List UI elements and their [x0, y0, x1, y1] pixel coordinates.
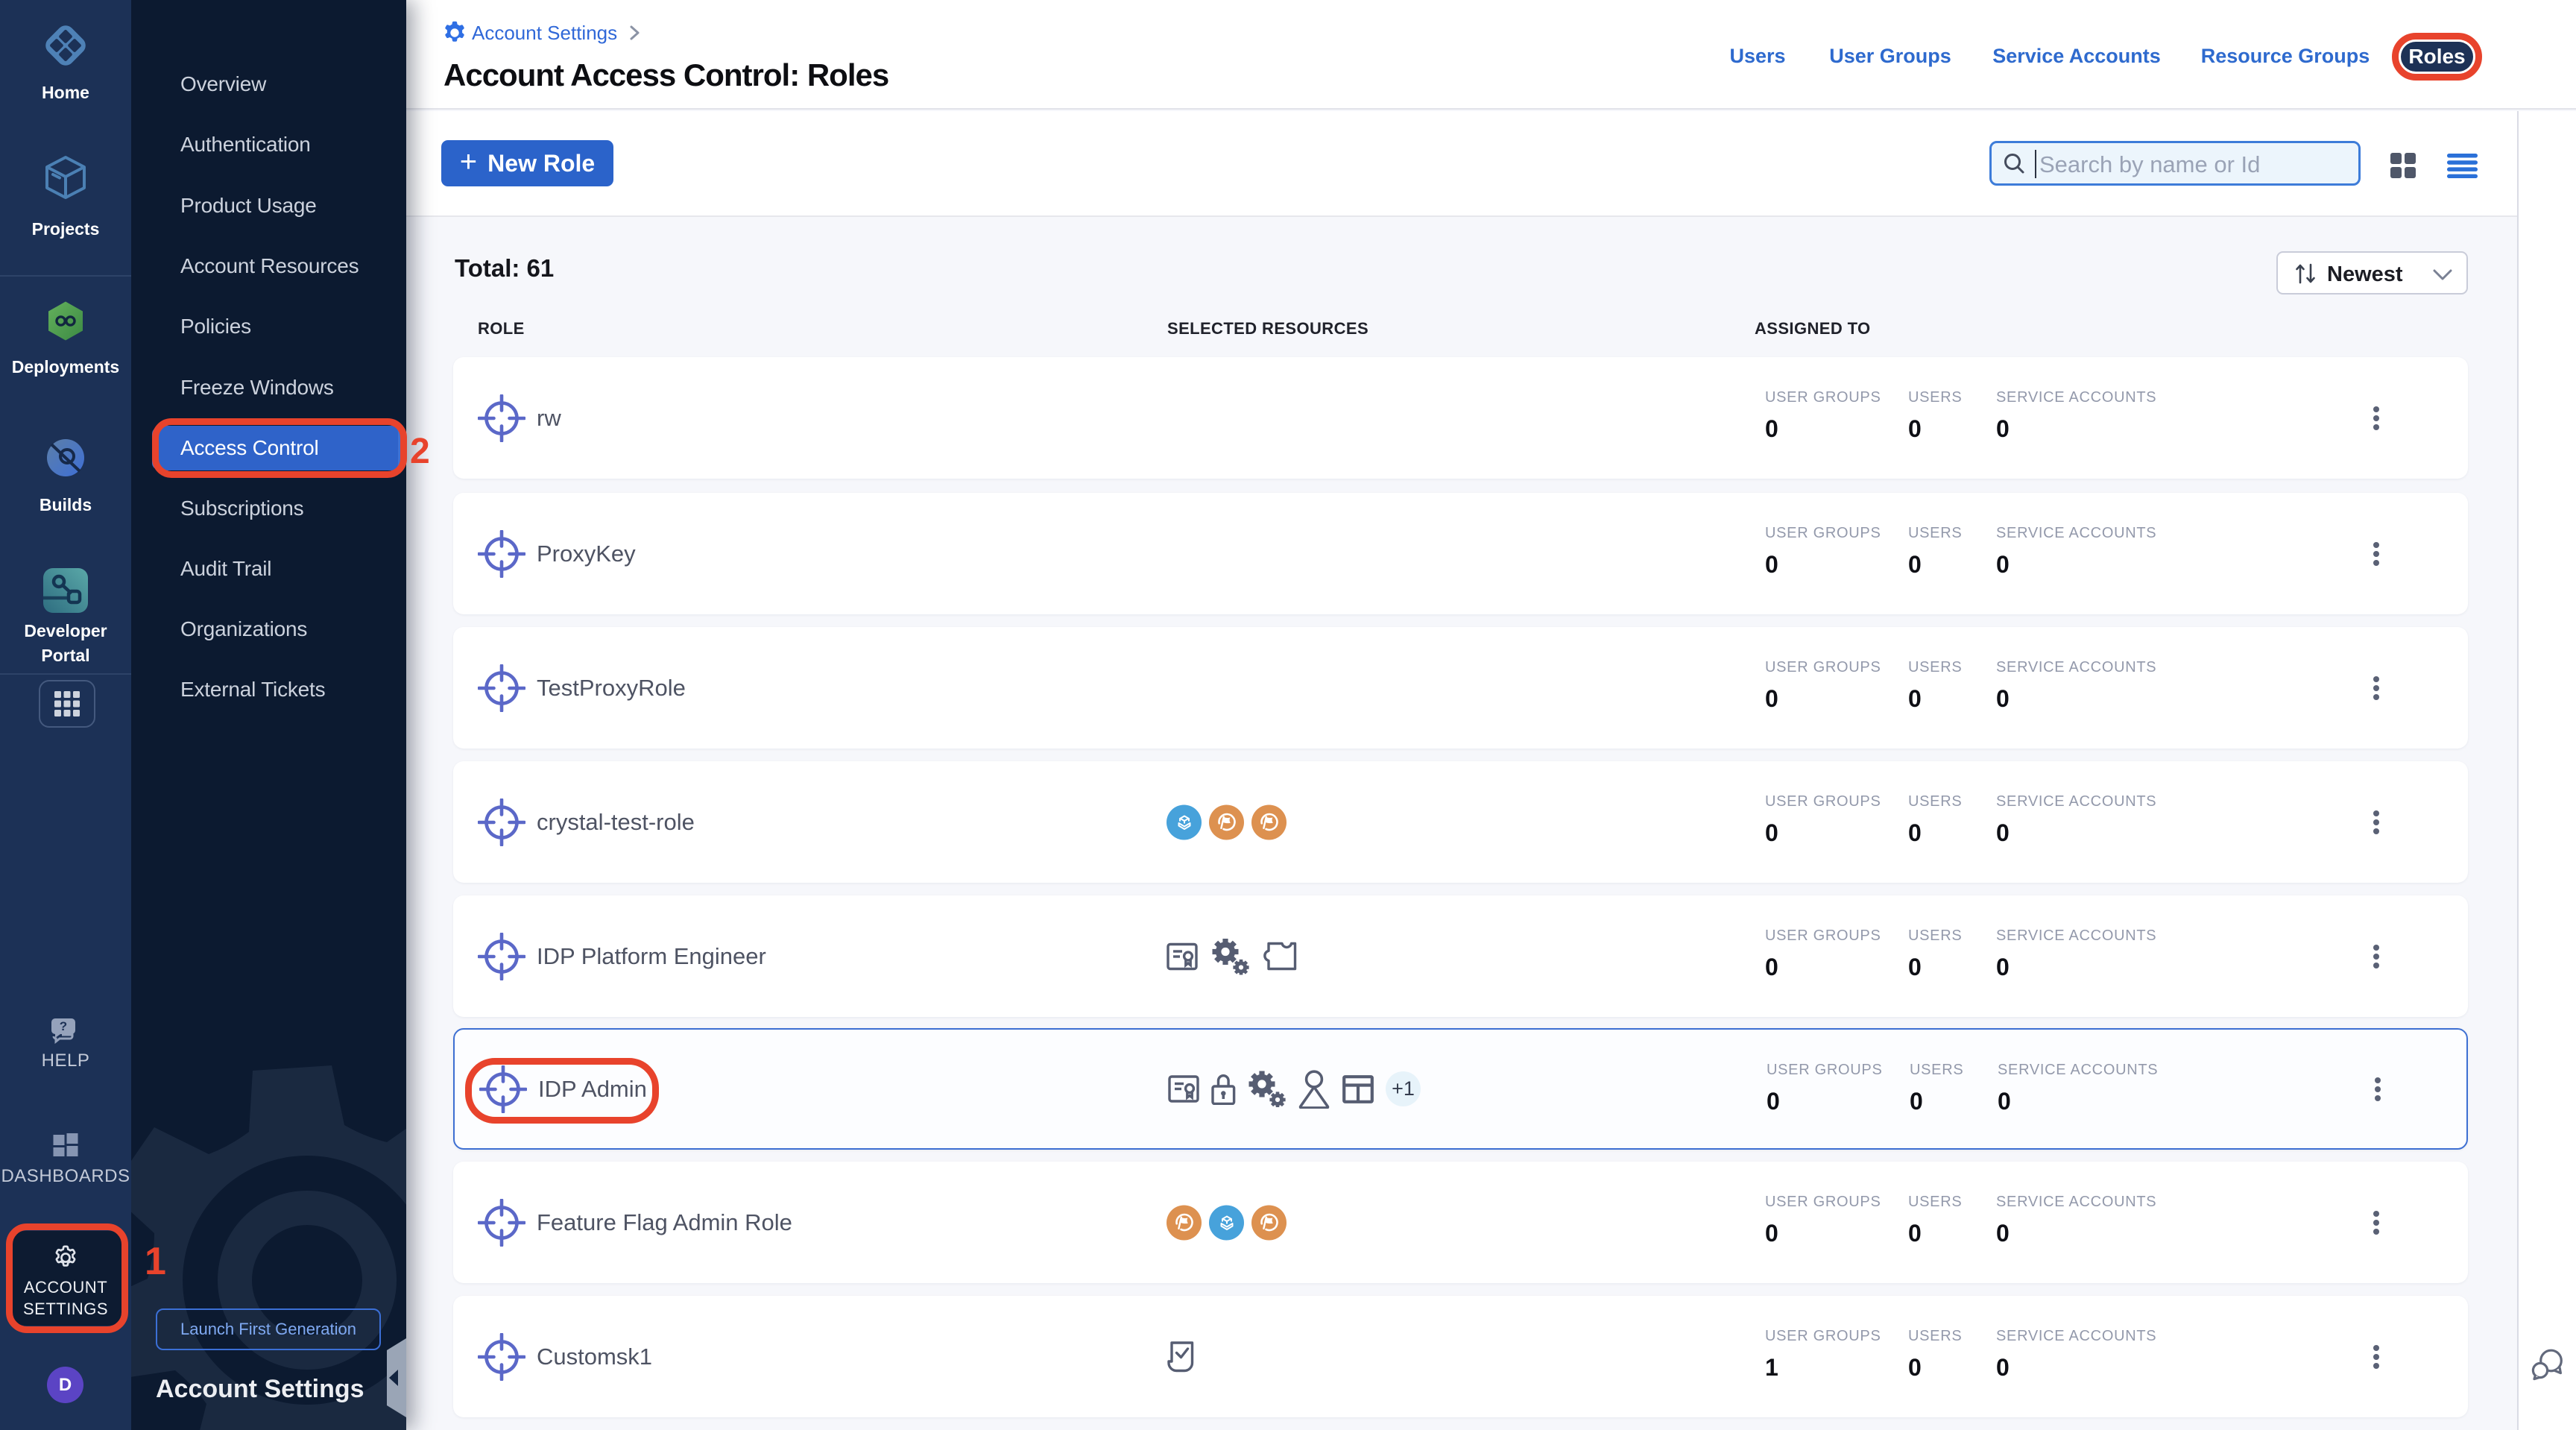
svg-text:?: ? [60, 1019, 67, 1033]
